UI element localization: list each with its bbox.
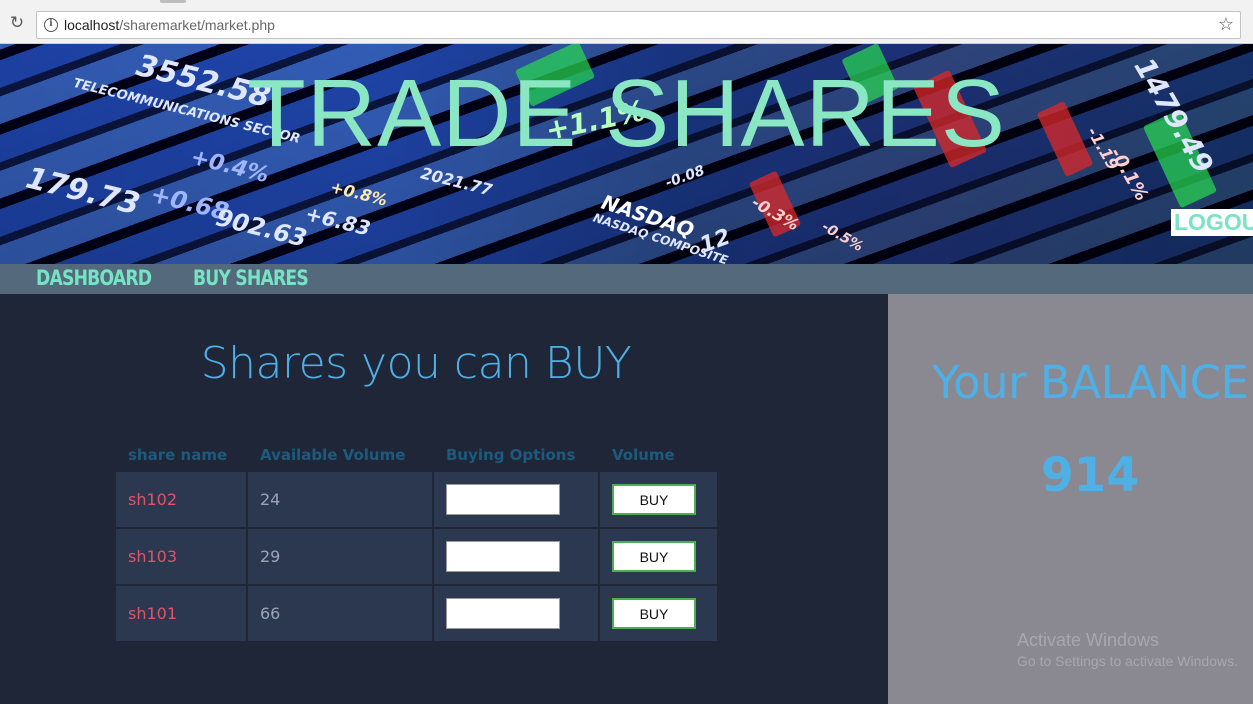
balance-value: 914 xyxy=(1040,448,1140,503)
reload-icon[interactable]: ↻ xyxy=(8,14,26,32)
available-volume-cell: 66 xyxy=(248,586,432,641)
main-nav: DASHBOARD BUY SHARES xyxy=(0,264,1253,294)
available-volume-cell: 24 xyxy=(248,472,432,527)
ticker-text: -0.5% xyxy=(818,218,866,256)
site-title: TRADE SHARES xyxy=(247,60,1006,167)
bookmark-star-icon[interactable]: ☆ xyxy=(1218,14,1234,35)
buying-options-cell xyxy=(434,529,598,584)
shares-table: share name Available Volume Buying Optio… xyxy=(114,438,719,643)
table-row: sh101 66 BUY xyxy=(116,586,717,641)
tab-strip-edge xyxy=(160,0,186,3)
buying-options-cell xyxy=(434,472,598,527)
nav-item-buy-shares[interactable]: BUY SHARES xyxy=(193,266,309,290)
buy-button[interactable]: BUY xyxy=(612,598,696,629)
share-name-cell: sh103 xyxy=(116,529,246,584)
nav-item-dashboard[interactable]: DASHBOARD xyxy=(36,266,152,290)
buy-button[interactable]: BUY xyxy=(612,541,696,572)
volume-cell: BUY xyxy=(600,586,717,641)
buying-options-cell xyxy=(434,586,598,641)
column-header-share-name: share name xyxy=(128,446,228,464)
balance-panel: Your BALANCE 914 Activate Windows Go to … xyxy=(888,294,1253,704)
balance-title: Your BALANCE xyxy=(932,356,1249,409)
info-icon[interactable]: i xyxy=(44,18,58,32)
url-path: /sharemarket/market.php xyxy=(119,17,275,33)
watermark-line-1: Activate Windows xyxy=(1017,630,1160,650)
table-header-row: share name Available Volume Buying Optio… xyxy=(116,440,717,470)
quantity-input[interactable] xyxy=(446,541,560,572)
share-name-cell: sh102 xyxy=(116,472,246,527)
column-header-volume: Volume xyxy=(612,446,675,464)
quantity-input[interactable] xyxy=(446,484,560,515)
browser-toolbar: ↻ i localhost/sharemarket/market.php ☆ xyxy=(0,0,1253,44)
ticker-text: +6.83 xyxy=(303,201,374,241)
watermark-line-2: Go to Settings to activate Windows. xyxy=(1017,653,1238,669)
table-row: sh102 24 BUY xyxy=(116,472,717,527)
buy-button[interactable]: BUY xyxy=(612,484,696,515)
available-volume-cell: 29 xyxy=(248,529,432,584)
main-content: Shares you can BUY share name Available … xyxy=(0,294,888,704)
column-header-available-volume: Available Volume xyxy=(260,446,406,464)
logout-button[interactable]: LOGOUT xyxy=(1171,209,1253,236)
table-row: sh103 29 BUY xyxy=(116,529,717,584)
quantity-input[interactable] xyxy=(446,598,560,629)
url-host: localhost xyxy=(64,17,120,33)
url-text[interactable]: localhost/sharemarket/market.php xyxy=(64,17,275,33)
volume-cell: BUY xyxy=(600,472,717,527)
ticker-text: 902.63 xyxy=(212,203,310,253)
address-bar[interactable]: i localhost/sharemarket/market.php ☆ xyxy=(36,11,1241,39)
header-banner: 3552.58 TELECOMMUNICATIONS SECTOR +0.4% … xyxy=(0,44,1253,264)
ticker-text: 179.73 xyxy=(22,160,144,223)
share-name-cell: sh101 xyxy=(116,586,246,641)
volume-cell: BUY xyxy=(600,529,717,584)
column-header-buying-options: Buying Options xyxy=(446,446,576,464)
ticker-text: 2021.77 xyxy=(418,163,495,200)
activate-windows-watermark: Activate Windows Go to Settings to activ… xyxy=(1017,630,1238,669)
ticker-text: +0.8% xyxy=(328,177,390,210)
page-title: Shares you can BUY xyxy=(200,338,632,389)
